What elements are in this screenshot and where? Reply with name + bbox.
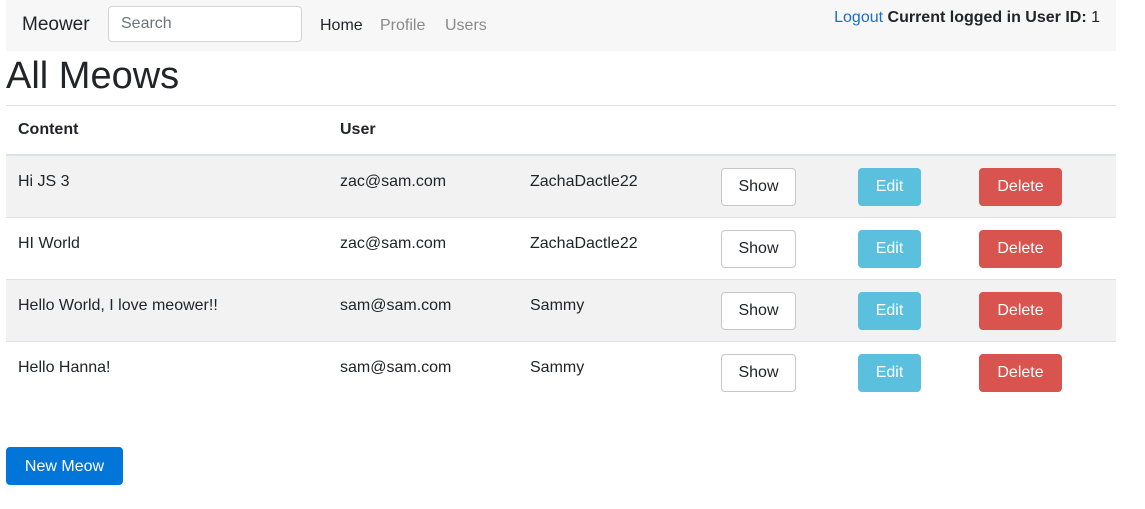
- user-email: zac@sam.com: [328, 216, 518, 279]
- nav-profile-link[interactable]: Profile: [380, 17, 425, 35]
- delete-cell: Delete: [967, 216, 1116, 279]
- show-button[interactable]: Show: [721, 291, 796, 330]
- user-email: sam@sam.com: [328, 340, 518, 403]
- delete-button[interactable]: Delete: [979, 353, 1062, 392]
- show-cell: Show: [709, 278, 846, 341]
- user-column-header: User: [328, 105, 518, 156]
- user-email: zac@sam.com: [328, 154, 518, 217]
- show-button[interactable]: Show: [721, 353, 796, 392]
- edit-cell: Edit: [846, 340, 967, 403]
- delete-cell: Delete: [967, 278, 1116, 341]
- meow-content: HI World: [6, 216, 328, 279]
- delete-button[interactable]: Delete: [979, 229, 1062, 268]
- search-input[interactable]: [108, 6, 302, 42]
- edit-cell: Edit: [846, 154, 967, 217]
- delete-column-header: [967, 105, 1116, 156]
- show-cell: Show: [709, 216, 846, 279]
- user-name: ZachaDactle22: [518, 216, 709, 279]
- table-header-row: Content User: [6, 105, 1116, 156]
- show-button[interactable]: Show: [721, 229, 796, 268]
- user-name: Sammy: [518, 278, 709, 341]
- edit-button[interactable]: Edit: [858, 168, 921, 206]
- username-column-header: [518, 105, 709, 156]
- user-name: ZachaDactle22: [518, 154, 709, 217]
- table-row: Hello World, I love meower!! sam@sam.com…: [6, 278, 1116, 341]
- brand-logo[interactable]: Meower: [22, 14, 90, 36]
- current-user-label: Current logged in User ID:: [887, 9, 1087, 26]
- show-cell: Show: [709, 340, 846, 403]
- delete-cell: Delete: [967, 154, 1116, 217]
- user-name: Sammy: [518, 340, 709, 403]
- user-email: sam@sam.com: [328, 278, 518, 341]
- meow-content: Hello Hanna!: [6, 340, 328, 403]
- show-column-header: [709, 105, 846, 156]
- page-title: All Meows: [6, 55, 180, 97]
- show-cell: Show: [709, 154, 846, 217]
- edit-cell: Edit: [846, 216, 967, 279]
- edit-cell: Edit: [846, 278, 967, 341]
- table-row: Hello Hanna! sam@sam.com Sammy Show Edit…: [6, 340, 1116, 403]
- new-meow-button[interactable]: New Meow: [6, 447, 123, 485]
- logout-link[interactable]: Logout: [834, 9, 883, 26]
- nav-home-link[interactable]: Home: [320, 17, 363, 35]
- current-user-id: 1: [1091, 9, 1100, 26]
- navbar: Meower Home Profile Users Logout Current…: [6, 0, 1116, 51]
- edit-column-header: [846, 105, 967, 156]
- content-column-header: Content: [6, 105, 328, 156]
- edit-button[interactable]: Edit: [858, 353, 921, 392]
- user-status: Logout Current logged in User ID: 1: [834, 9, 1100, 27]
- show-button[interactable]: Show: [721, 168, 796, 206]
- table-row: Hi JS 3 zac@sam.com ZachaDactle22 Show E…: [6, 154, 1116, 217]
- delete-cell: Delete: [967, 340, 1116, 403]
- delete-button[interactable]: Delete: [979, 168, 1062, 206]
- nav-users-link[interactable]: Users: [445, 17, 487, 35]
- table-row: HI World zac@sam.com ZachaDactle22 Show …: [6, 216, 1116, 279]
- delete-button[interactable]: Delete: [979, 291, 1062, 330]
- edit-button[interactable]: Edit: [858, 229, 921, 268]
- meows-table: Content User Hi JS 3 zac@sam.com ZachaDa…: [6, 105, 1116, 403]
- meow-content: Hi JS 3: [6, 154, 328, 217]
- meow-content: Hello World, I love meower!!: [6, 278, 328, 341]
- edit-button[interactable]: Edit: [858, 291, 921, 330]
